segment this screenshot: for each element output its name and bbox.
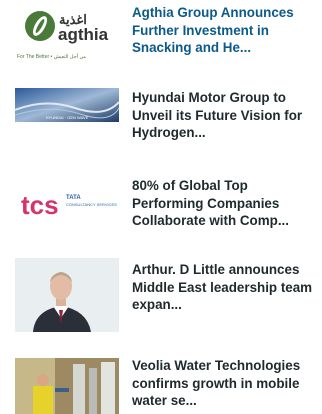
agthia-logo-icon: اغذية agthia For The Better • من أجل الت…	[17, 11, 109, 60]
news-title[interactable]: Arthur. D Little announces Middle East l…	[132, 261, 316, 314]
svg-text:agthia: agthia	[58, 25, 109, 44]
news-thumbnail[interactable]: tcs TATA CONSULTANCY SERVICES	[15, 176, 119, 240]
news-thumbnail[interactable]: HYUNDAI · GEN WAVE	[15, 88, 119, 122]
svg-text:tcs: tcs	[21, 190, 59, 220]
news-item-hyundai[interactable]: HYUNDAI · GEN WAVE Hyundai Motor Group t…	[0, 84, 322, 154]
news-item-tcs[interactable]: tcs TATA CONSULTANCY SERVICES 80% of Glo…	[0, 172, 322, 242]
water-plant-photo-icon	[15, 358, 119, 414]
portrait-photo-icon	[15, 258, 119, 332]
svg-text:TATA: TATA	[66, 195, 81, 201]
svg-text:CONSULTANCY SERVICES: CONSULTANCY SERVICES	[66, 202, 117, 207]
related-news-list: اغذية agthia For The Better • من أجل الت…	[0, 0, 322, 414]
news-title[interactable]: Hyundai Motor Group to Unveil its Future…	[132, 89, 316, 142]
news-thumbnail[interactable]: اغذية agthia For The Better • من أجل الت…	[15, 4, 119, 68]
news-item-adl[interactable]: Arthur. D Little announces Middle East l…	[0, 258, 322, 338]
news-title[interactable]: Veolia Water Technologies confirms growt…	[132, 357, 316, 410]
news-item-veolia[interactable]: Veolia Water Technologies confirms growt…	[0, 352, 322, 414]
news-title[interactable]: Agthia Group Announces Further Investmen…	[132, 4, 316, 57]
svg-text:For The Better • من أجل التعيش: For The Better • من أجل التعيش	[17, 52, 86, 60]
tcs-logo-icon: tcs TATA CONSULTANCY SERVICES	[21, 190, 117, 220]
news-thumbnail[interactable]	[15, 258, 119, 332]
hydrogen-wave-photo-icon: HYUNDAI · GEN WAVE	[15, 88, 119, 122]
news-item-agthia[interactable]: اغذية agthia For The Better • من أجل الت…	[0, 0, 322, 70]
news-thumbnail[interactable]	[15, 358, 119, 414]
svg-text:HYUNDAI · GEN WAVE: HYUNDAI · GEN WAVE	[46, 115, 89, 120]
news-title[interactable]: 80% of Global Top Performing Companies C…	[132, 177, 316, 230]
